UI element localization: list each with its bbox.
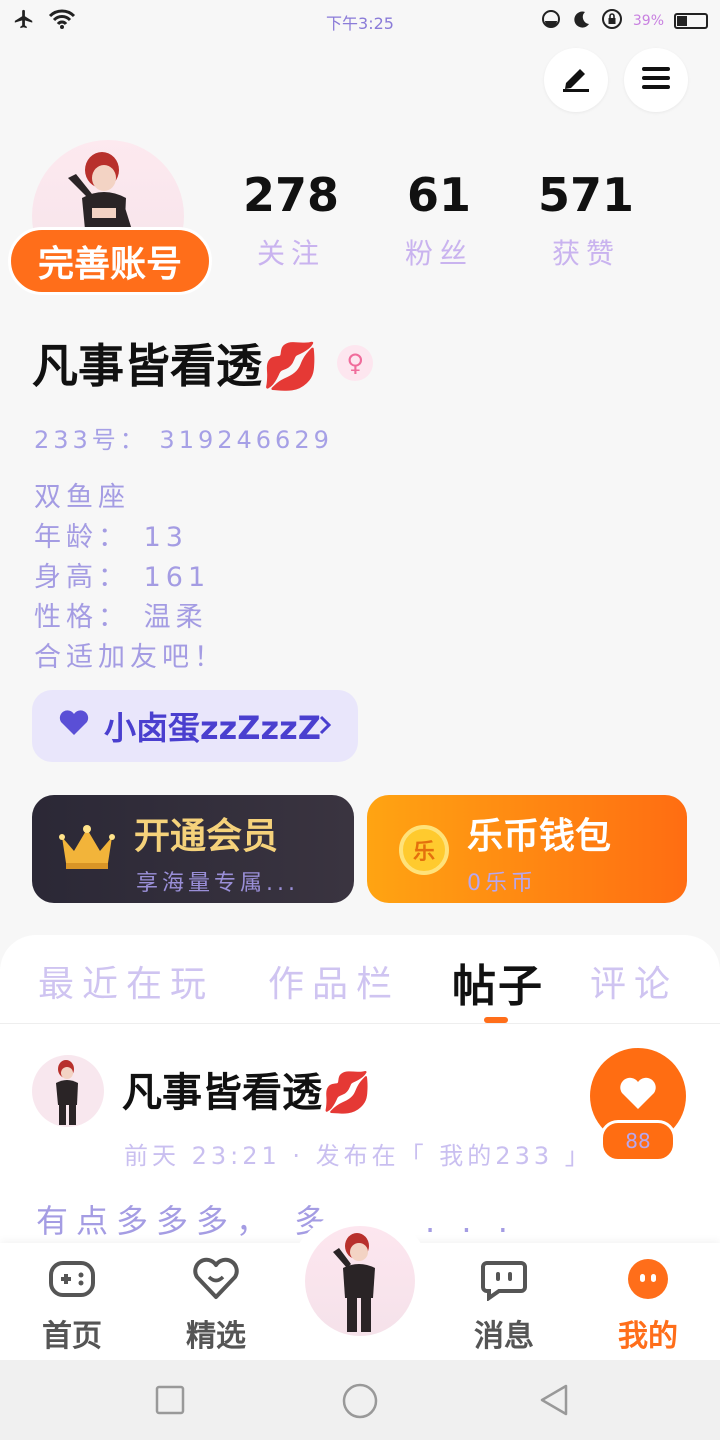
chevron-right-icon: [318, 710, 332, 743]
coin-icon: 乐: [399, 825, 449, 875]
vip-subtitle: 享海量专属...: [136, 871, 299, 896]
nav-label: 消息: [474, 1319, 534, 1354]
tab-recent[interactable]: 最近在玩: [38, 955, 214, 1007]
nav-home[interactable]: 首页: [22, 1257, 122, 1355]
menu-icon: [640, 64, 672, 96]
stat-label: 关注: [256, 237, 325, 270]
bio-line: 双鱼座: [34, 482, 130, 513]
stat-value: 278: [242, 168, 340, 222]
profile-icon: [623, 1259, 673, 1305]
badge-label: 小卤蛋zzZzzZ: [104, 709, 321, 747]
vip-title: 开通会员: [134, 816, 279, 857]
stat-following[interactable]: 278 关注: [216, 170, 366, 272]
tab-comments[interactable]: 评论: [590, 955, 678, 1007]
nav-me[interactable]: 我的: [598, 1257, 698, 1355]
home-icon[interactable]: [341, 1382, 379, 1424]
tab-works[interactable]: 作品栏: [268, 955, 400, 1007]
bio-line: 性格： 温柔: [34, 602, 208, 633]
rotation-lock-icon: [601, 8, 623, 34]
system-nav-bar: [0, 1360, 720, 1440]
nav-featured[interactable]: 精选: [166, 1257, 266, 1355]
status-bar: 下午3:25 39%: [0, 0, 720, 40]
chat-icon: [479, 1261, 529, 1305]
battery-percent: 39%: [632, 13, 664, 29]
post-author-avatar[interactable]: [32, 1055, 104, 1127]
post-meta: 前天 23:21 · 发布在「 我的233 」: [124, 1142, 593, 1170]
battery-icon: [674, 13, 708, 29]
wallet-title: 乐币钱包: [467, 816, 612, 857]
like-count: 88: [600, 1120, 676, 1162]
bio: 双鱼座 年龄： 13 身高： 161 性格： 温柔 合适加友吧！: [34, 478, 226, 678]
wallet-card[interactable]: 乐 乐币钱包 0乐币: [367, 795, 687, 903]
bio-line: 合适加友吧！: [34, 642, 226, 673]
nav-label: 首页: [42, 1319, 102, 1354]
heart-icon: [58, 709, 90, 744]
stat-value: 61: [406, 168, 471, 222]
bio-line: 身高： 161: [34, 562, 211, 593]
moon-icon: [571, 9, 591, 33]
stat-followers[interactable]: 61 粉丝: [364, 170, 514, 272]
edit-profile-button[interactable]: [544, 48, 608, 112]
stat-label: 获赞: [551, 237, 620, 270]
data-saver-icon: [541, 9, 561, 33]
recents-icon[interactable]: [155, 1385, 185, 1419]
nav-messages[interactable]: 消息: [454, 1257, 554, 1355]
complete-account-button[interactable]: 完善账号: [8, 227, 212, 295]
nickname-row: 凡事皆看透💋 ♀: [32, 330, 374, 396]
wallet-subtitle: 0乐币: [467, 871, 537, 896]
stat-value: 571: [537, 168, 635, 222]
heart-icon: [618, 1076, 658, 1116]
nav-label: 精选: [186, 1319, 246, 1354]
stat-likes[interactable]: 571 获赞: [511, 170, 661, 272]
post-author-name[interactable]: 凡事皆看透💋: [122, 1060, 372, 1118]
female-icon: ♀: [337, 345, 374, 381]
pencil-icon: [560, 63, 592, 97]
tab-posts[interactable]: 帖子: [452, 950, 544, 1014]
post-text[interactable]: 有点多多多， 多 . . . . .: [36, 1196, 516, 1242]
crown-icon: [58, 823, 116, 875]
bio-line: 年龄： 13: [34, 522, 188, 553]
nickname: 凡事皆看透💋: [32, 339, 320, 393]
stat-label: 粉丝: [404, 237, 473, 270]
heart-face-icon: [191, 1257, 241, 1305]
nav-label: 我的: [618, 1319, 678, 1354]
menu-button[interactable]: [624, 48, 688, 112]
gamepad-icon: [47, 1261, 97, 1305]
vip-card[interactable]: 开通会员 享海量专属...: [32, 795, 354, 903]
divider: [0, 1023, 720, 1024]
user-id: 233号： 319246629: [34, 426, 333, 454]
center-avatar-button[interactable]: [305, 1226, 415, 1336]
back-icon[interactable]: [536, 1382, 572, 1422]
status-badge-button[interactable]: 小卤蛋zzZzzZ: [32, 690, 358, 762]
